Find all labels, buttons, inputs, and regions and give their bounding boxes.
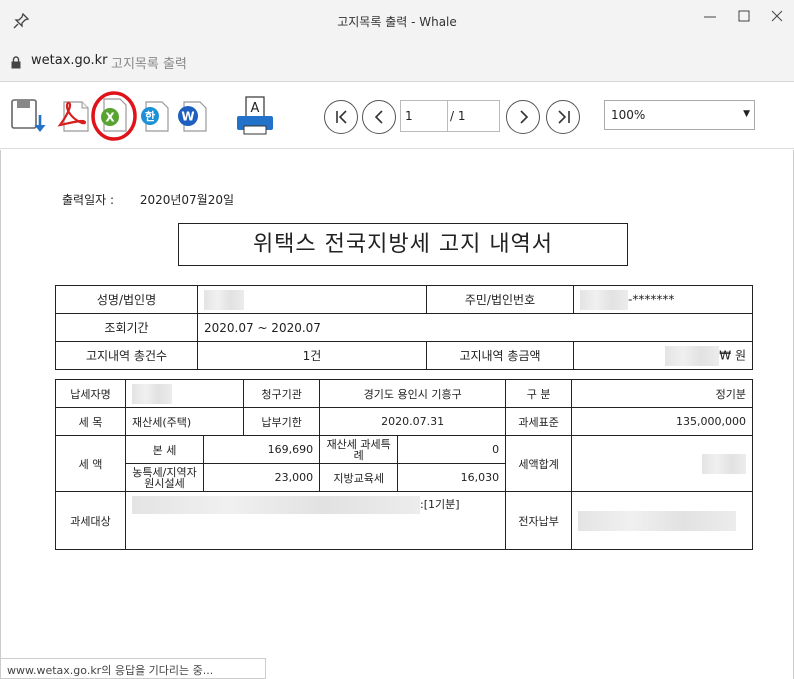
amount-group-label: 세 액 xyxy=(55,435,126,492)
due-value: 2020.07.31 xyxy=(319,407,507,436)
chevron-right-icon xyxy=(520,110,529,124)
maximize-icon[interactable] xyxy=(731,6,757,28)
url-domain[interactable]: wetax.go.kr xyxy=(31,53,108,68)
report-toolbar: X 한 W A 1 / 1 100% ▼ xyxy=(0,83,794,149)
word-icon[interactable]: W xyxy=(174,99,208,133)
svg-text:A: A xyxy=(251,101,260,116)
count-value: 1건 xyxy=(197,341,427,370)
next-page-button[interactable] xyxy=(506,100,540,134)
print-date-label: 출력일자 : xyxy=(62,193,115,207)
summary-table: 성명/법인명 주민/법인번호 -******* 조회기간 2020.07 ~ 2… xyxy=(55,285,753,370)
detail-table: 납세자명 청구기관 경기도 용인시 기흥구 구 분 정기분 세 목 재산세(주택… xyxy=(55,379,753,550)
count-label: 고지내역 총건수 xyxy=(55,341,198,370)
chevron-left-icon xyxy=(374,110,383,124)
first-page-icon xyxy=(336,110,347,124)
authority-value: 경기도 용인시 기흥구 xyxy=(319,379,507,408)
url-page-title: 고지목록 출력 xyxy=(111,57,187,72)
period-value: 2020.07 ~ 2020.07 xyxy=(197,313,753,342)
taxpayer-value xyxy=(124,379,245,408)
prev-page-button[interactable] xyxy=(362,100,396,134)
zoom-select[interactable]: 100% ▼ xyxy=(604,100,755,130)
svg-text:한: 한 xyxy=(145,109,155,123)
redacted-epay xyxy=(578,510,737,531)
extra-value: 23,000 xyxy=(202,463,321,492)
window-title: 고지목록 출력 - Whale xyxy=(337,15,457,29)
amount-label: 고지내역 총금액 xyxy=(426,341,574,370)
redacted-target xyxy=(132,496,420,514)
target-cell: :[1기분] xyxy=(124,491,507,550)
target-label: 과세대상 xyxy=(55,491,126,550)
svg-text:X: X xyxy=(105,111,115,125)
standard-value: 135,000,000 xyxy=(571,407,753,436)
title-bar: 고지목록 출력 - Whale xyxy=(0,0,794,42)
name-label: 성명/법인명 xyxy=(55,285,198,314)
category-label: 구 분 xyxy=(505,379,573,408)
taxpayer-label: 납세자명 xyxy=(55,379,126,408)
tax-item-value: 재산세(주택) xyxy=(124,407,245,436)
main-tax-label: 본 세 xyxy=(125,435,204,464)
redacted-id xyxy=(580,289,628,310)
standard-label: 과세표준 xyxy=(505,407,573,436)
extra-label: 농특세/지역자원시설세 xyxy=(125,463,204,492)
pdf-icon[interactable] xyxy=(56,99,90,133)
total-value xyxy=(571,435,753,492)
amount-value: ₩ 원 xyxy=(719,348,746,362)
epay-value xyxy=(571,491,753,550)
redacted-taxpayer xyxy=(132,383,172,404)
lock-icon xyxy=(11,56,21,69)
svg-text:W: W xyxy=(181,110,194,124)
id-cell: -******* xyxy=(573,285,753,314)
print-date-line: 출력일자 : 2020년07월20일 xyxy=(62,191,234,208)
zoom-value: 100% xyxy=(611,108,646,122)
status-bar: www.wetax.go.kr의 응답을 기다리는 중... xyxy=(0,658,266,679)
save-icon[interactable] xyxy=(10,97,48,135)
address-bar: wetax.go.kr 고지목록 출력 xyxy=(0,42,794,82)
page-number-input[interactable]: 1 xyxy=(400,100,448,132)
id-value: -******* xyxy=(628,292,675,306)
redacted-amount xyxy=(665,345,720,366)
category-value: 정기분 xyxy=(571,379,753,408)
close-icon[interactable] xyxy=(764,6,790,28)
edu-label: 지방교육세 xyxy=(319,463,399,492)
redacted-total xyxy=(702,453,746,474)
minimize-icon[interactable] xyxy=(697,6,723,28)
total-label: 세액합계 xyxy=(505,435,573,492)
id-label: 주민/법인번호 xyxy=(426,285,574,314)
name-value xyxy=(197,285,427,314)
amount-cell: ₩ 원 xyxy=(573,341,753,370)
document-title: 위택스 전국지방세 고지 내역서 xyxy=(178,223,628,266)
epay-label: 전자납부 xyxy=(505,491,573,550)
target-suffix: :[1기분] xyxy=(420,498,460,511)
main-tax-value: 169,690 xyxy=(202,435,321,464)
tax-item-label: 세 목 xyxy=(55,407,126,436)
redacted-name xyxy=(204,289,244,310)
authority-label: 청구기관 xyxy=(243,379,321,408)
print-date-value: 2020년07월20일 xyxy=(139,193,235,207)
dropdown-arrow-icon: ▼ xyxy=(743,109,750,119)
hwp-icon[interactable]: 한 xyxy=(138,99,170,133)
page-total: / 1 xyxy=(448,100,500,132)
print-icon[interactable]: A xyxy=(234,95,276,137)
period-label: 조회기간 xyxy=(55,313,198,342)
special-label: 재산세 과세특례 xyxy=(319,435,399,464)
last-page-icon xyxy=(558,110,570,124)
special-value: 0 xyxy=(397,435,507,464)
excel-icon[interactable]: X xyxy=(90,91,138,141)
last-page-button[interactable] xyxy=(546,100,580,134)
first-page-button[interactable] xyxy=(324,100,358,134)
due-label: 납부기한 xyxy=(243,407,321,436)
edu-value: 16,030 xyxy=(397,463,507,492)
